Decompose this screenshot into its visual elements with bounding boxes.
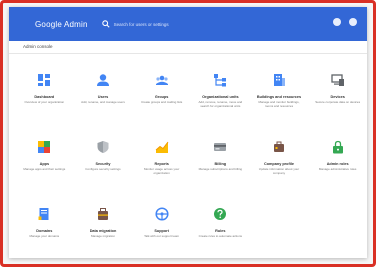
domains-icon xyxy=(38,208,49,220)
help-menu-icon[interactable] xyxy=(349,18,357,26)
tile-description: Create rules to automate actions xyxy=(198,234,242,238)
tile-devices[interactable]: Devices Secure corporate data on devices xyxy=(308,59,367,122)
billing-icon xyxy=(214,143,227,151)
company-profile-icon xyxy=(273,141,284,152)
tile-title: Apps xyxy=(39,162,50,166)
groups-icon xyxy=(155,75,168,85)
tile-description: Add, rename, and manage users xyxy=(81,100,125,104)
highlight-frame: Google Admin Search for users or setting… xyxy=(0,0,376,267)
devices-icon xyxy=(331,74,344,86)
tile-description: Manage migration xyxy=(90,234,115,238)
tile-data-migration[interactable]: Data migration Manage migration xyxy=(74,193,133,256)
tile-reports[interactable]: Reports Monitor usage across your organi… xyxy=(132,126,191,189)
tile-support[interactable]: Support Talk with our support team xyxy=(132,193,191,256)
tile-description: Manage your domains xyxy=(29,234,60,238)
top-actions xyxy=(333,18,357,26)
breadcrumb[interactable]: Admin console xyxy=(23,44,53,49)
tile-description: Secure corporate data on devices xyxy=(315,100,361,104)
tile-title: Domains xyxy=(36,229,53,233)
tile-description: Update information about your company xyxy=(258,167,300,175)
tile-billing[interactable]: Billing Manage subscriptions and billing xyxy=(191,126,250,189)
tile-users[interactable]: Users Add, rename, and manage users xyxy=(74,59,133,122)
tile-description: Create groups and mailing lists xyxy=(141,100,183,104)
tile-title: Company profile xyxy=(264,162,294,166)
tile-apps[interactable]: Apps Manage apps and their settings xyxy=(15,126,74,189)
tile-title: Organizational units xyxy=(202,95,239,99)
tile-title: Billing xyxy=(214,162,227,166)
tile-description: Add, remove, rename, move and search for… xyxy=(198,100,243,108)
search-icon[interactable] xyxy=(101,20,110,28)
tile-description: Manage and monitor buildings, rooms and … xyxy=(258,100,300,108)
apps-icon xyxy=(38,141,51,153)
tile-organizational-units[interactable]: Organizational units Add, remove, rename… xyxy=(191,59,250,122)
tile-title: Dashboard xyxy=(34,95,55,99)
building-icon xyxy=(273,74,285,86)
reports-icon xyxy=(155,141,169,153)
search-input[interactable]: Search for users or settings xyxy=(114,22,169,27)
tile-title: Data migration xyxy=(89,229,117,233)
tile-description: Manage subscriptions and billing xyxy=(198,167,243,171)
breadcrumb-bar: Admin console xyxy=(9,41,367,54)
tile-groups[interactable]: Groups Create groups and mailing lists xyxy=(132,59,191,122)
tile-description: Manage apps and their settings xyxy=(23,167,66,171)
shield-icon xyxy=(97,141,109,153)
user-icon xyxy=(96,74,109,86)
tile-security[interactable]: Security Configure security settings xyxy=(74,126,133,189)
tile-description: Overview of your organization xyxy=(24,100,65,104)
dashboard-icon xyxy=(38,74,51,86)
tile-title: Reports xyxy=(154,162,169,166)
lock-icon xyxy=(332,140,343,154)
tile-company-profile[interactable]: Company profile Update information about… xyxy=(250,126,309,189)
tile-title: Groups xyxy=(154,95,169,99)
tile-title: Security xyxy=(95,162,111,166)
tile-title: Users xyxy=(97,95,109,99)
top-app-bar: Google Admin Search for users or setting… xyxy=(9,7,367,41)
tile-description: Manage administrative roles xyxy=(318,167,357,171)
support-icon xyxy=(155,207,169,221)
tile-description: Talk with our support team xyxy=(144,234,180,238)
tile-domains[interactable]: Domains Manage your domains xyxy=(15,193,74,256)
migration-icon xyxy=(97,208,108,220)
org-units-icon xyxy=(214,74,227,87)
admin-console-window: Google Admin Search for users or setting… xyxy=(9,7,367,258)
tile-title: Devices xyxy=(330,95,345,99)
tile-dashboard[interactable]: Dashboard Overview of your organization xyxy=(15,59,74,122)
tile-description: Configure security settings xyxy=(85,167,121,171)
tile-title: Admin roles xyxy=(326,162,349,166)
help-icon xyxy=(214,208,227,220)
admin-tile-grid: Dashboard Overview of your organization … xyxy=(15,59,367,256)
tile-description: Monitor usage across your organization xyxy=(143,167,180,175)
tile-title: Rules xyxy=(215,229,226,233)
tile-buildings-resources[interactable]: Buildings and resources Manage and monit… xyxy=(250,59,309,122)
brand-title[interactable]: Google Admin xyxy=(35,20,88,29)
tile-admin-roles[interactable]: Admin roles Manage administrative roles xyxy=(308,126,367,189)
tile-title: Support xyxy=(154,229,169,233)
tile-title: Buildings and resources xyxy=(256,95,302,99)
notifications-icon[interactable] xyxy=(333,18,341,26)
tile-rules[interactable]: Rules Create rules to automate actions xyxy=(191,193,250,256)
